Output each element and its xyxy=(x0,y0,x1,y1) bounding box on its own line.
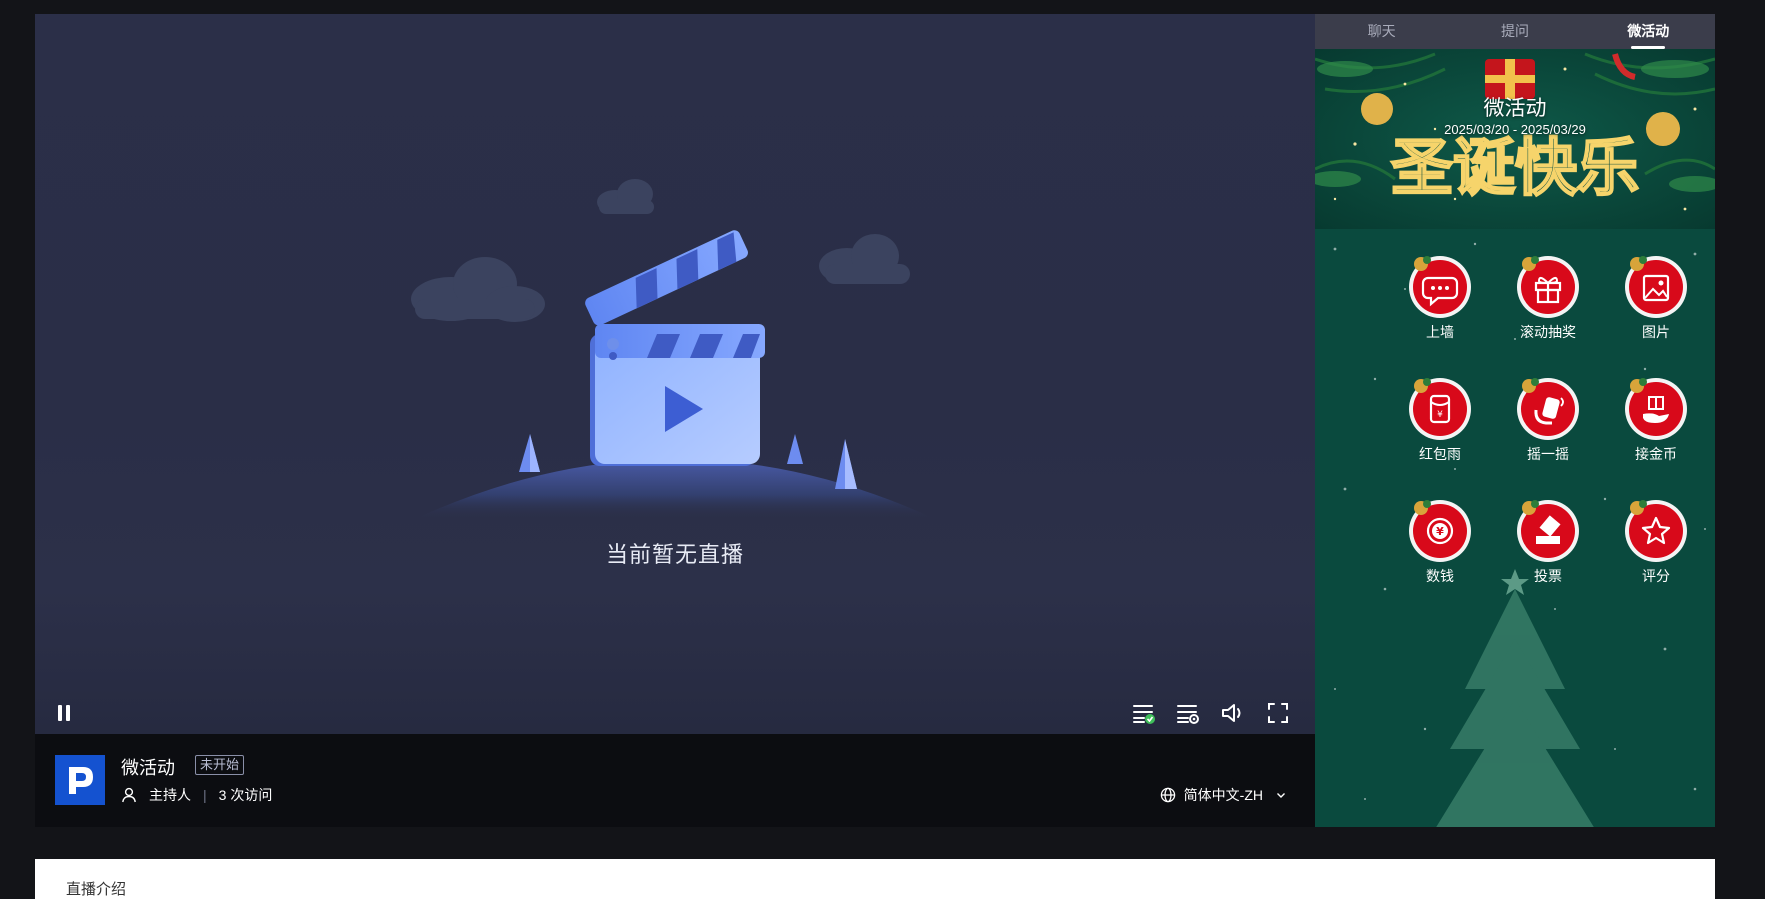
shake-hand-icon xyxy=(1517,378,1579,440)
room-info-bar: 微活动 未开始 主持人 | 3 次访问 简体中文-ZH xyxy=(35,734,1315,827)
language-label: 简体中文-ZH xyxy=(1183,787,1263,803)
subtitle-settings-button[interactable] xyxy=(1175,700,1201,726)
image-icon xyxy=(1625,256,1687,318)
pause-button[interactable] xyxy=(51,700,77,726)
feature-vote-label: 投票 xyxy=(1534,568,1562,584)
intro-title: 直播介绍 xyxy=(66,881,127,898)
feature-shake-label: 摇一摇 xyxy=(1527,446,1569,462)
sidebar-tabs: 聊天 提问 微活动 xyxy=(1315,14,1715,49)
feature-rating-label: 评分 xyxy=(1642,568,1670,584)
feature-count-money[interactable]: ¥ 数钱 xyxy=(1385,498,1495,586)
feature-catch-coins-label: 接金币 xyxy=(1635,446,1677,462)
meta-separator: | xyxy=(203,787,207,803)
feature-rating[interactable]: 评分 xyxy=(1601,498,1711,586)
status-badge: 未开始 xyxy=(195,755,245,775)
interaction-sidebar: 聊天 提问 微活动 圣诞快乐 微活动 2025/03/20 - 2025/03/… xyxy=(1315,14,1715,827)
globe-icon xyxy=(1160,787,1175,803)
tab-chat[interactable]: 聊天 xyxy=(1315,14,1448,49)
visit-count: 3 次访问 xyxy=(218,787,273,803)
room-title: 微活动 xyxy=(121,758,175,778)
red-envelope-icon: ¥ xyxy=(1409,378,1471,440)
room-meta: 主持人 | 3 次访问 xyxy=(121,785,272,805)
feature-images-label: 图片 xyxy=(1642,324,1670,340)
christmas-banner: 圣诞快乐 xyxy=(1315,49,1715,229)
subtitle-settings-icon xyxy=(1177,705,1199,724)
no-live-message: 当前暂无直播 xyxy=(605,542,744,567)
language-selector[interactable]: 简体中文-ZH xyxy=(1160,785,1287,805)
feature-vote[interactable]: 投票 xyxy=(1493,498,1603,586)
subtitle-toggle-button[interactable] xyxy=(1131,700,1157,726)
svg-text:¥: ¥ xyxy=(1436,525,1444,538)
feature-red-envelope-rain[interactable]: ¥ 红包雨 xyxy=(1385,376,1495,464)
svg-text:¥: ¥ xyxy=(1437,410,1443,420)
star-icon xyxy=(1625,500,1687,562)
volume-icon xyxy=(1222,704,1241,722)
subtitle-check-icon xyxy=(1133,705,1155,724)
gift-icon xyxy=(1517,256,1579,318)
host-label: 主持人 xyxy=(149,787,191,803)
volume-button[interactable] xyxy=(1219,700,1245,726)
tab-micro-activity[interactable]: 微活动 xyxy=(1582,14,1715,49)
feature-wall-label: 上墙 xyxy=(1426,324,1454,340)
video-player[interactable]: 当前暂无直播 xyxy=(35,14,1315,734)
live-intro-section: 直播介绍 xyxy=(35,859,1715,899)
channel-logo xyxy=(55,755,105,805)
logo-p-icon xyxy=(69,767,93,794)
feature-count-money-label: 数钱 xyxy=(1426,568,1454,584)
tab-questions[interactable]: 提问 xyxy=(1448,14,1581,49)
feature-shake[interactable]: 摇一摇 xyxy=(1493,376,1603,464)
chat-bubble-icon xyxy=(1409,256,1471,318)
fullscreen-icon xyxy=(1268,703,1288,723)
feature-rolling-lottery-label: 滚动抽奖 xyxy=(1520,324,1576,340)
activity-date-range: 2025/03/20 - 2025/03/29 xyxy=(1444,122,1586,137)
vote-icon xyxy=(1517,500,1579,562)
activity-title: 微活动 xyxy=(1483,97,1547,120)
fullscreen-button[interactable] xyxy=(1265,700,1291,726)
feature-catch-coins[interactable]: 接金币 xyxy=(1601,376,1711,464)
catch-coin-icon xyxy=(1625,378,1687,440)
banner-artwork-text: 圣诞快乐 xyxy=(1391,131,1639,204)
feature-images[interactable]: 图片 xyxy=(1601,254,1711,342)
feature-red-envelope-rain-label: 红包雨 xyxy=(1419,446,1461,462)
feature-rolling-lottery[interactable]: 滚动抽奖 xyxy=(1493,254,1603,342)
feature-wall[interactable]: 上墙 xyxy=(1385,254,1495,342)
user-icon xyxy=(122,787,136,803)
live-room-page: 当前暂无直播 微活动 未开始 主持人 | 3 次访问 简体中文-ZH 聊天 提问… xyxy=(0,0,1765,899)
no-live-illustration xyxy=(411,179,935,519)
chevron-down-icon xyxy=(1277,793,1285,798)
pause-icon xyxy=(58,705,70,721)
yen-coin-icon: ¥ xyxy=(1409,500,1471,562)
